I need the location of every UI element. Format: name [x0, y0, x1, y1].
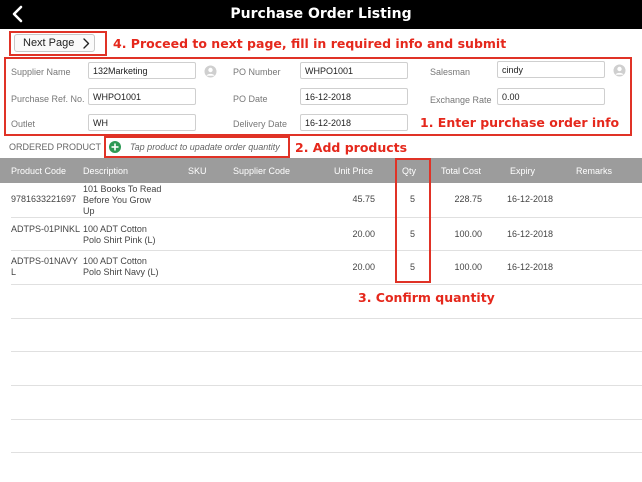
- cell-unit-price: 20.00: [352, 229, 375, 239]
- table-header: Product Code Description SKU Supplier Co…: [0, 158, 642, 183]
- row-divider: [11, 351, 642, 352]
- row-divider: [11, 419, 642, 420]
- delivery-date-label: Delivery Date: [233, 119, 288, 129]
- cell-expiry: 16-12-2018: [507, 229, 554, 239]
- add-product-hint: Tap product to upadate order quantity: [130, 142, 280, 152]
- exchange-rate-label: Exchange Rate: [430, 95, 492, 105]
- next-page-label: Next Page: [23, 37, 75, 49]
- po-number-field[interactable]: WHPO1001: [300, 62, 408, 79]
- column-product-code[interactable]: Product Code: [11, 166, 66, 176]
- salesman-label: Salesman: [430, 67, 471, 77]
- purchase-ref-label: Purchase Ref. No.: [11, 94, 85, 104]
- row-divider: [11, 250, 642, 251]
- annotation-box-qty: [395, 158, 431, 283]
- person-search-icon[interactable]: [613, 64, 626, 77]
- salesman-field[interactable]: cindy: [497, 61, 605, 78]
- next-page-button[interactable]: Next Page: [14, 34, 95, 52]
- annotation-step-2: 2. Add products: [295, 140, 408, 155]
- column-unit-price[interactable]: Unit Price: [334, 166, 373, 176]
- cell-unit-price: 45.75: [352, 194, 375, 204]
- outlet-field[interactable]: WH: [88, 114, 196, 131]
- cell-product-code: ADTPS-01NAVY L: [11, 256, 78, 277]
- cell-unit-price: 20.00: [352, 262, 375, 272]
- page-title: Purchase Order Listing: [230, 6, 412, 22]
- row-divider: [11, 452, 642, 453]
- cell-product-code: ADTPS-01PINKL: [11, 224, 81, 234]
- person-search-icon[interactable]: [204, 65, 217, 78]
- ordered-product-label: ORDERED PRODUCT: [9, 142, 102, 152]
- column-total-cost[interactable]: Total Cost: [441, 166, 481, 176]
- purchase-ref-field[interactable]: WHPO1001: [88, 88, 196, 105]
- row-divider: [11, 318, 642, 319]
- outlet-label: Outlet: [11, 119, 36, 129]
- title-bar: Purchase Order Listing: [0, 0, 642, 29]
- annotation-step-1: 1. Enter purchase order info: [420, 115, 620, 130]
- chevron-right-icon: [83, 38, 90, 49]
- cell-total-cost: 228.75: [454, 194, 482, 204]
- cell-total-cost: 100.00: [454, 229, 482, 239]
- delivery-date-field[interactable]: 16-12-2018: [300, 114, 408, 131]
- plus-circle-icon[interactable]: [109, 141, 121, 153]
- po-number-label: PO Number: [233, 67, 281, 77]
- column-supplier-code[interactable]: Supplier Code: [233, 166, 290, 176]
- supplier-name-label: Supplier Name: [11, 67, 71, 77]
- cell-expiry: 16-12-2018: [507, 262, 554, 272]
- row-divider: [11, 284, 642, 285]
- column-expiry[interactable]: Expiry: [510, 166, 535, 176]
- cell-total-cost: 100.00: [454, 262, 482, 272]
- column-remarks[interactable]: Remarks: [576, 166, 612, 176]
- row-divider: [11, 217, 642, 218]
- cell-expiry: 16-12-2018: [507, 194, 554, 204]
- supplier-name-field[interactable]: 132Marketing: [88, 62, 196, 79]
- annotation-step-4: 4. Proceed to next page, fill in require…: [113, 36, 507, 51]
- row-divider: [11, 385, 642, 386]
- cell-description: 100 ADT Cotton Polo Shirt Pink (L): [83, 224, 156, 245]
- annotation-step-3: 3. Confirm quantity: [358, 290, 495, 305]
- column-description[interactable]: Description: [83, 166, 128, 176]
- exchange-rate-field[interactable]: 0.00: [497, 88, 605, 105]
- po-date-label: PO Date: [233, 94, 268, 104]
- po-date-field[interactable]: 16-12-2018: [300, 88, 408, 105]
- cell-description: 101 Books To Read Before You Grow Up: [83, 184, 162, 216]
- cell-description: 100 ADT Cotton Polo Shirt Navy (L): [83, 256, 159, 277]
- column-sku[interactable]: SKU: [188, 166, 207, 176]
- cell-product-code: 9781633221697: [11, 194, 77, 204]
